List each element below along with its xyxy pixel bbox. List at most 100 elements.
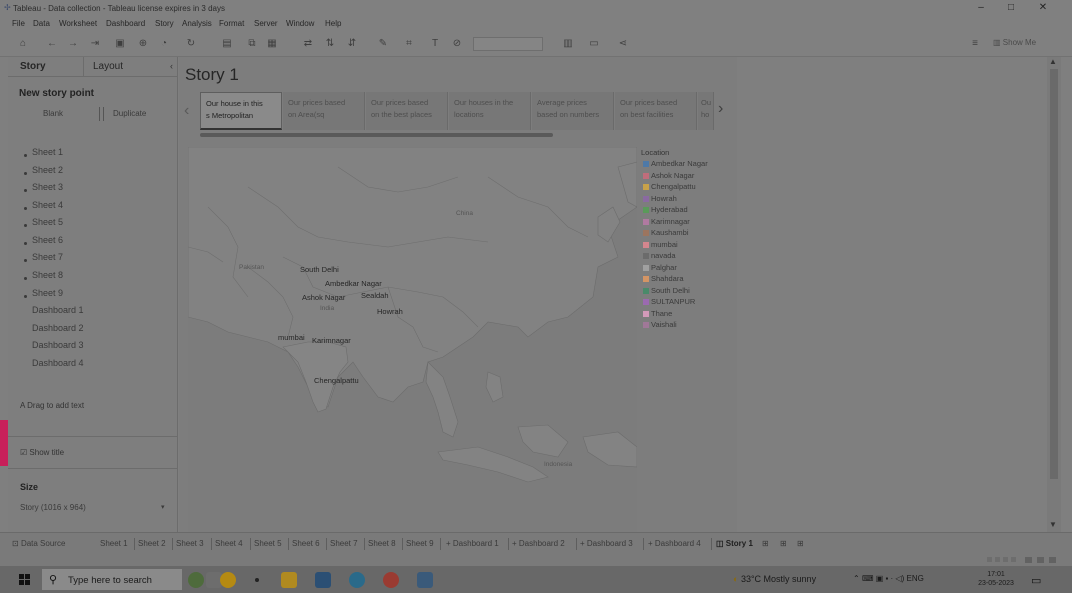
list-item-dashboard-1[interactable]: Dashboard 1 [32, 305, 84, 315]
map-label-karimnagar[interactable]: Karimnagar [312, 336, 351, 345]
tab-sheet-9[interactable]: Sheet 9 [406, 539, 434, 548]
list-item-sheet-7[interactable]: Sheet 7 [32, 252, 63, 262]
system-tray[interactable]: ⌃ ⌨ ▣ ▪ · ◁) ENG [853, 574, 924, 583]
show-me-button[interactable]: ▥ Show Me [993, 38, 1036, 47]
nav-next-icon[interactable] [1003, 557, 1008, 562]
list-item-sheet-2[interactable]: Sheet 2 [32, 165, 63, 175]
map-label-south-delhi[interactable]: South Delhi [300, 265, 339, 274]
collapse-panel-icon[interactable]: ‹ [170, 61, 173, 71]
new-dashboard-tab-icon[interactable]: ⊞ [780, 539, 787, 548]
home-icon[interactable]: ⌂ [16, 37, 30, 51]
tableau-taskbar-icon[interactable] [417, 572, 433, 588]
tab-layout[interactable]: Layout [93, 61, 123, 72]
chrome-browser-icon[interactable] [383, 572, 399, 588]
scroll-up-icon[interactable]: ▲ [1049, 57, 1057, 66]
menu-server[interactable]: Server [254, 19, 278, 28]
menu-help[interactable]: Help [325, 19, 341, 28]
list-item-sheet-6[interactable]: Sheet 6 [32, 235, 63, 245]
back-icon[interactable]: ← [45, 37, 59, 51]
nav-first-icon[interactable] [987, 557, 992, 562]
view-list-icon[interactable] [1037, 557, 1044, 563]
duplicate-icon[interactable]: ⧉ [245, 37, 259, 51]
fit-dropdown[interactable] [473, 37, 543, 51]
tab-dashboard-2[interactable]: + Dashboard 2 [512, 539, 565, 548]
story-points-scrollbar[interactable] [200, 133, 553, 137]
presentation-mode-icon[interactable]: ▭ [587, 37, 601, 51]
tab-data-source[interactable]: ⊡ Data Source [12, 539, 65, 548]
new-worksheet-tab-icon[interactable]: ⊞ [762, 539, 769, 548]
scroll-down-icon[interactable]: ▼ [1049, 520, 1057, 529]
nav-prev-icon[interactable] [995, 557, 1000, 562]
map-label-mumbai[interactable]: mumbai [278, 333, 305, 342]
refresh-icon[interactable]: ↻ [184, 37, 198, 51]
tab-sheet-8[interactable]: Sheet 8 [368, 539, 396, 548]
legend-item[interactable]: Shahdara [641, 274, 736, 286]
vertical-scrollbar[interactable]: ▲ ▼ [1047, 57, 1061, 532]
map-label-ashok-nagar[interactable]: Ashok Nagar [302, 293, 345, 302]
tab-dashboard-1[interactable]: + Dashboard 1 [446, 539, 499, 548]
tab-dashboard-3[interactable]: + Dashboard 3 [580, 539, 633, 548]
menu-analysis[interactable]: Analysis [182, 19, 212, 28]
tab-story[interactable]: Story [20, 61, 46, 72]
tab-sheet-1[interactable]: Sheet 1 [100, 539, 128, 548]
mail-icon[interactable] [315, 572, 331, 588]
notification-icon[interactable]: ▭ [1031, 574, 1041, 587]
story-point-5[interactable]: Average prices based on numbers [532, 92, 614, 130]
show-title-checkbox[interactable]: ☑ Show title [20, 448, 64, 457]
tab-sheet-6[interactable]: Sheet 6 [292, 539, 320, 548]
new-data-source-icon[interactable]: ⊕ [136, 37, 150, 51]
clock[interactable]: 17:01 23-05-2023 [976, 570, 1016, 588]
filter-toggle-icon[interactable]: ≡ [968, 37, 982, 51]
menu-dashboard[interactable]: Dashboard [106, 19, 145, 28]
tab-sheet-4[interactable]: Sheet 4 [215, 539, 243, 548]
list-item-sheet-1[interactable]: Sheet 1 [32, 147, 63, 157]
legend-item[interactable]: Palghar [641, 263, 736, 275]
windows-start-icon[interactable] [19, 574, 30, 585]
news-icon[interactable] [220, 572, 236, 588]
weather-widget[interactable]: ◐ 33°C Mostly sunny [733, 574, 816, 584]
labels-icon[interactable]: T [428, 37, 442, 51]
menu-story[interactable]: Story [155, 19, 174, 28]
forward-icon[interactable]: → [66, 37, 80, 51]
legend-item[interactable]: Kaushambi [641, 228, 736, 240]
list-item-sheet-8[interactable]: Sheet 8 [32, 270, 63, 280]
legend-item[interactable]: Ambedkar Nagar [641, 159, 736, 171]
story-point-1[interactable]: Our house in this s Metropolitan [200, 92, 282, 130]
new-story-tab-icon[interactable]: ⊞ [797, 539, 804, 548]
menu-window[interactable]: Window [286, 19, 314, 28]
redo-arrow-icon[interactable]: ⇥ [88, 37, 102, 51]
menu-file[interactable]: File [12, 19, 25, 28]
maximize-button[interactable]: □ [996, 1, 1026, 16]
legend-item[interactable]: Vaishali [641, 320, 736, 332]
close-button[interactable]: ✕ [1028, 1, 1058, 16]
highlight-icon[interactable]: ✎ [376, 37, 390, 51]
file-explorer-icon[interactable] [281, 572, 297, 588]
pause-updates-icon[interactable]: ◔ [157, 37, 171, 51]
map-label-sealdah[interactable]: Sealdah [361, 291, 389, 300]
view-filmstrip-icon[interactable] [1049, 557, 1056, 563]
next-story-point-icon[interactable]: › [718, 100, 723, 118]
view-grid-icon[interactable] [1025, 557, 1032, 563]
previous-story-point-icon[interactable]: ‹ [184, 102, 189, 120]
story-point-3[interactable]: Our prices based on the best places [366, 92, 448, 130]
fix-axes-icon[interactable]: ⊘ [450, 37, 464, 51]
scrollbar-thumb[interactable] [1050, 69, 1058, 479]
list-item-sheet-4[interactable]: Sheet 4 [32, 200, 63, 210]
share-icon[interactable]: ⋖ [616, 37, 630, 51]
legend-item[interactable]: mumbai [641, 240, 736, 252]
legend-item[interactable]: South Delhi [641, 286, 736, 298]
swap-icon[interactable]: ⇄ [301, 37, 315, 51]
tab-dashboard-4[interactable]: + Dashboard 4 [648, 539, 701, 548]
nav-last-icon[interactable] [1011, 557, 1016, 562]
duplicate-button[interactable]: Duplicate [113, 109, 146, 118]
legend-item[interactable]: Thane [641, 309, 736, 321]
edge-browser-icon[interactable] [349, 572, 365, 588]
story-title[interactable]: Story 1 [185, 65, 239, 85]
chevron-down-icon[interactable]: ▾ [161, 503, 165, 511]
minimize-button[interactable]: – [966, 1, 996, 16]
legend-item[interactable]: navada [641, 251, 736, 263]
story-point-4[interactable]: Our houses in the locations [449, 92, 531, 130]
tab-sheet-2[interactable]: Sheet 2 [138, 539, 166, 548]
tab-story-1[interactable]: ◫ Story 1 [716, 539, 753, 548]
list-item-sheet-3[interactable]: Sheet 3 [32, 182, 63, 192]
